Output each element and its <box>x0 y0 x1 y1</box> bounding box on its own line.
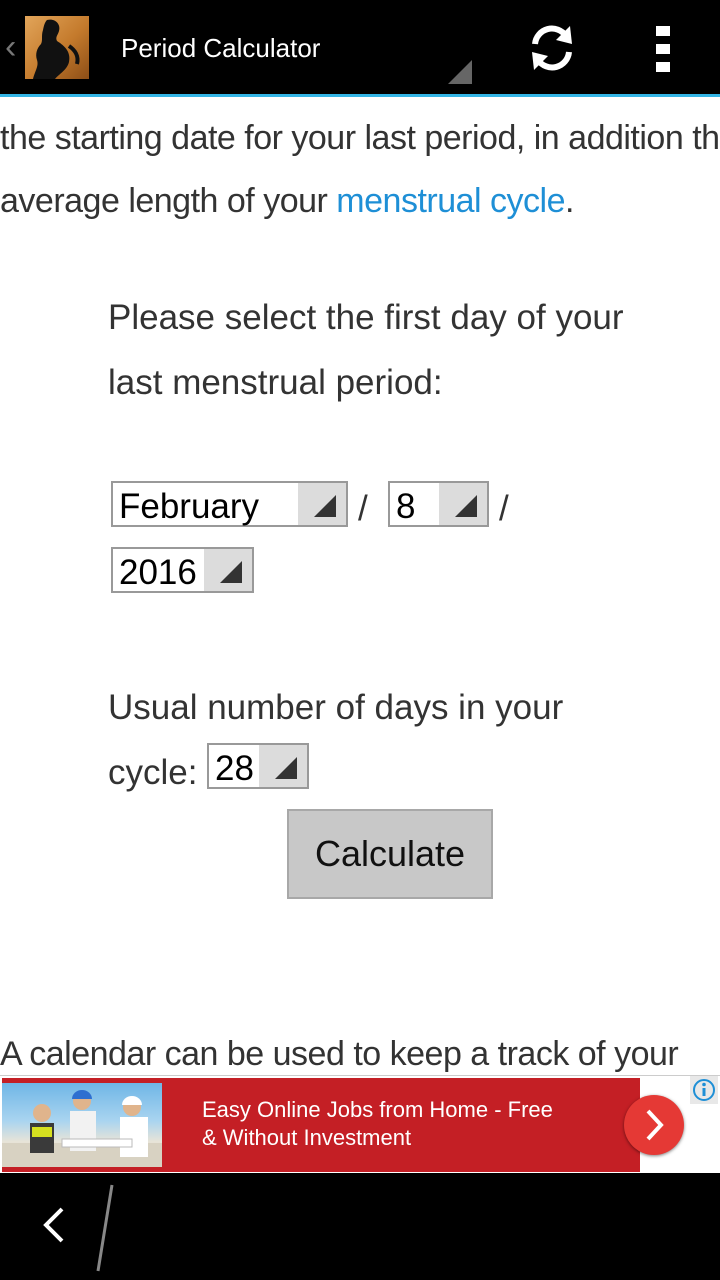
intro-line-2-suffix: . <box>565 182 574 220</box>
title-dropdown-indicator[interactable] <box>448 60 472 84</box>
app-title: Period Calculator <box>121 33 321 63</box>
intro-line-2-prefix: average length of your <box>0 182 337 220</box>
page-content: the starting date for your last period, … <box>0 97 720 1075</box>
dropdown-arrow-icon <box>259 745 307 787</box>
day-value: 8 <box>396 487 416 526</box>
refresh-icon[interactable] <box>526 22 578 74</box>
pregnant-silhouette-icon <box>33 19 80 79</box>
prompt-line-2: last menstrual period: <box>108 363 443 402</box>
day-select[interactable]: 8 <box>388 481 489 527</box>
chevron-right-icon <box>646 1109 664 1141</box>
cycle-line-1: Usual number of days in your <box>108 688 564 727</box>
dropdown-arrow-icon <box>204 549 252 591</box>
year-value: 2016 <box>119 553 197 592</box>
ad-text-line-1: Easy Online Jobs from Home - Free <box>202 1097 553 1122</box>
back-chevron-icon[interactable] <box>36 1205 72 1245</box>
intro-paragraph: the starting date for your last period, … <box>0 107 720 233</box>
ad-body[interactable]: Easy Online Jobs from Home - Free & With… <box>2 1078 640 1172</box>
ad-image[interactable] <box>2 1083 162 1167</box>
intro-line-2: average length of your menstrual cycle. <box>0 170 720 233</box>
prompt-line-1: Please select the first day of your <box>108 298 624 337</box>
action-bar: ‹ Period Calculator <box>0 0 720 94</box>
app-icon[interactable] <box>25 16 89 79</box>
nav-divider <box>96 1184 114 1272</box>
calculate-button[interactable]: Calculate <box>287 809 493 899</box>
info-icon <box>693 1079 715 1101</box>
date-separator: / <box>358 489 368 528</box>
dropdown-arrow-icon <box>439 483 487 525</box>
menstrual-cycle-link[interactable]: menstrual cycle <box>336 182 565 220</box>
month-select[interactable]: February <box>111 481 348 527</box>
ad-text[interactable]: Easy Online Jobs from Home - Free & With… <box>202 1096 622 1152</box>
up-caret-icon[interactable]: ‹ <box>5 30 16 64</box>
intro-line-1: the starting date for your last period, … <box>0 119 720 157</box>
cycle-prompt: Usual number of days in your cycle: <box>108 675 668 805</box>
month-value: February <box>119 487 260 526</box>
outro-paragraph: A calendar can be used to keep a track o… <box>0 1035 679 1073</box>
cycle-length-value: 28 <box>215 749 254 788</box>
date-separator: / <box>499 489 509 528</box>
dropdown-arrow-icon <box>298 483 346 525</box>
ad-banner[interactable]: Easy Online Jobs from Home - Free & With… <box>0 1075 720 1174</box>
ad-text-line-2: & Without Investment <box>202 1125 412 1150</box>
overflow-menu-icon[interactable] <box>652 24 674 74</box>
year-select[interactable]: 2016 <box>111 547 254 593</box>
ad-workers-image <box>2 1090 162 1167</box>
ad-info-button[interactable] <box>690 1076 718 1104</box>
cycle-length-select[interactable]: 28 <box>207 743 309 789</box>
ad-go-button[interactable] <box>624 1095 684 1155</box>
date-prompt: Please select the first day of your last… <box>108 285 668 415</box>
system-nav-bar <box>0 1173 720 1280</box>
cycle-label: cycle: <box>108 753 198 792</box>
